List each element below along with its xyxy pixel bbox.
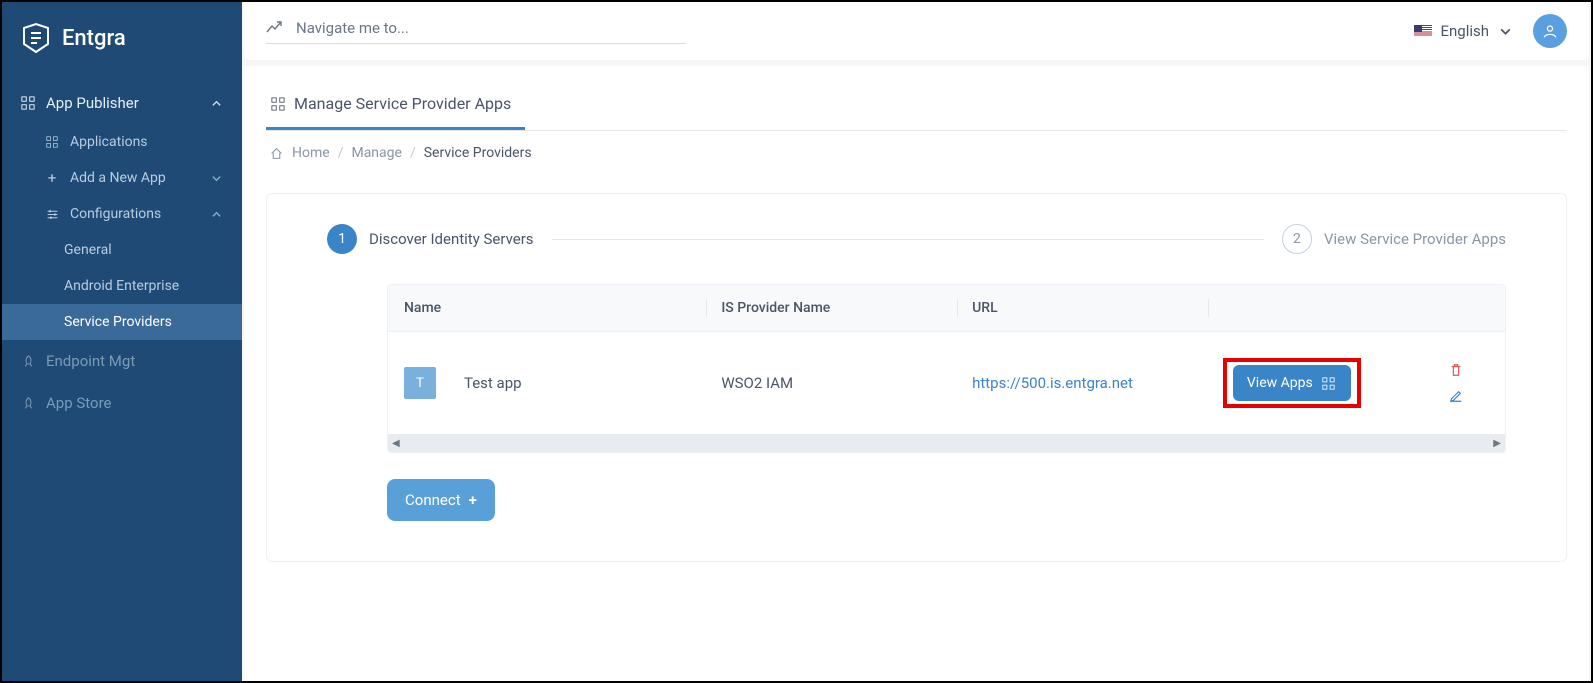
cell-url-link[interactable]: https://500.is.entgra.net	[972, 374, 1133, 392]
chevron-down-icon	[208, 170, 224, 186]
navigate-search[interactable]: Navigate me to...	[266, 19, 686, 44]
nav-sub-android-enterprise[interactable]: Android Enterprise	[2, 268, 242, 304]
col-divider	[957, 299, 958, 317]
chevron-down-icon	[1497, 23, 1513, 39]
user-avatar[interactable]	[1533, 14, 1567, 48]
chevron-up-icon	[208, 206, 224, 222]
breadcrumb-current: Service Providers	[424, 145, 532, 161]
language-label: English	[1440, 22, 1489, 40]
step-label: Discover Identity Servers	[369, 230, 534, 248]
nav-label: Configurations	[70, 206, 161, 222]
nav-label: App Store	[46, 394, 111, 412]
navigate-placeholder: Navigate me to...	[296, 19, 409, 37]
step-2[interactable]: 2 View Service Provider Apps	[1282, 224, 1506, 254]
flag-us-icon	[1414, 25, 1432, 37]
servers-table: Name IS Provider Name URL T Test app WSO	[387, 284, 1506, 453]
cell-name: Test app	[464, 374, 522, 392]
nav-label: Applications	[70, 134, 148, 150]
tab-row: Manage Service Provider Apps	[266, 84, 1567, 131]
nav-label: App Publisher	[46, 94, 139, 112]
brand-name: Entgra	[62, 26, 126, 51]
scroll-left-icon[interactable]: ◀	[390, 438, 402, 449]
edit-icon[interactable]	[1448, 388, 1464, 404]
breadcrumb-home[interactable]: Home	[292, 145, 330, 161]
nav-item-applications[interactable]: Applications	[2, 124, 242, 160]
td-provider: WSO2 IAM	[721, 374, 943, 392]
td-name: T Test app	[404, 367, 692, 399]
th-provider: IS Provider Name	[721, 299, 943, 317]
nav-sub-general[interactable]: General	[2, 232, 242, 268]
content: Manage Service Provider Apps Home / Mana…	[244, 66, 1589, 681]
th-rowactions	[1422, 299, 1489, 317]
nav-label: Endpoint Mgt	[46, 352, 135, 370]
grid-icon	[1321, 375, 1337, 391]
td-url: https://500.is.entgra.net	[972, 374, 1194, 392]
plus-icon: +	[469, 491, 477, 509]
breadcrumb-separator: /	[338, 145, 344, 161]
connect-button[interactable]: Connect +	[387, 479, 495, 521]
col-divider	[1208, 299, 1209, 317]
app-badge: T	[404, 367, 436, 399]
nav-label: Android Enterprise	[64, 278, 179, 294]
language-switcher[interactable]: English	[1414, 22, 1513, 40]
td-actions: View Apps	[1223, 358, 1423, 408]
nav: App Publisher Applications + Add a New A…	[2, 74, 242, 424]
sliders-icon	[44, 206, 60, 222]
topbar: Navigate me to... English	[244, 2, 1589, 60]
highlight-box: View Apps	[1223, 358, 1361, 408]
nav-item-configurations[interactable]: Configurations	[2, 196, 242, 232]
horizontal-scrollbar[interactable]: ◀ ▶	[388, 434, 1505, 452]
view-apps-button[interactable]: View Apps	[1233, 365, 1351, 401]
trend-icon	[266, 20, 282, 36]
breadcrumb-separator: /	[410, 145, 416, 161]
delete-icon[interactable]	[1448, 362, 1464, 378]
nav-section-app-store[interactable]: App Store	[2, 382, 242, 424]
user-icon	[1542, 23, 1558, 39]
brand-icon	[20, 22, 52, 54]
view-apps-label: View Apps	[1247, 375, 1313, 391]
step-1[interactable]: 1 Discover Identity Servers	[327, 224, 534, 254]
plus-icon: +	[44, 170, 60, 186]
nav-label: Service Providers	[64, 314, 172, 330]
rocket-icon	[20, 353, 36, 369]
table-header: Name IS Provider Name URL	[388, 285, 1505, 332]
td-rowactions	[1422, 362, 1489, 404]
nav-section-app-publisher[interactable]: App Publisher	[2, 82, 242, 124]
nav-sub-service-providers[interactable]: Service Providers	[2, 304, 242, 340]
tab-label: Manage Service Provider Apps	[294, 94, 511, 113]
tab-manage-sp-apps[interactable]: Manage Service Provider Apps	[266, 84, 525, 130]
home-icon	[268, 145, 284, 161]
grid-icon	[20, 95, 36, 111]
nav-item-add-new-app[interactable]: + Add a New App	[2, 160, 242, 196]
wizard-steps: 1 Discover Identity Servers 2 View Servi…	[327, 224, 1506, 254]
breadcrumb: Home / Manage / Service Providers	[266, 131, 1567, 175]
step-number: 1	[327, 224, 357, 254]
cell-provider: WSO2 IAM	[721, 374, 793, 392]
nav-label: General	[64, 242, 112, 258]
breadcrumb-manage[interactable]: Manage	[351, 145, 401, 161]
step-divider	[552, 239, 1264, 240]
table-row: T Test app WSO2 IAM https://500.is.entgr…	[388, 332, 1505, 434]
connect-label: Connect	[405, 491, 461, 509]
th-name: Name	[404, 299, 692, 317]
scroll-right-icon[interactable]: ▶	[1491, 438, 1503, 449]
step-label: View Service Provider Apps	[1324, 230, 1506, 248]
step-number: 2	[1282, 224, 1312, 254]
grid-icon	[270, 96, 286, 112]
nav-section-endpoint-mgt[interactable]: Endpoint Mgt	[2, 340, 242, 382]
nav-label: Add a New App	[70, 170, 166, 186]
grid-icon	[44, 134, 60, 150]
th-actions	[1223, 299, 1423, 317]
th-url: URL	[972, 299, 1194, 317]
brand-logo: Entgra	[2, 2, 242, 74]
sidebar: Entgra App Publisher Applications + Add …	[2, 2, 242, 681]
main: Navigate me to... English Manage Service…	[242, 2, 1591, 681]
rocket-icon	[20, 395, 36, 411]
col-divider	[706, 299, 707, 317]
wizard-card: 1 Discover Identity Servers 2 View Servi…	[266, 193, 1567, 562]
chevron-up-icon	[208, 95, 224, 111]
topbar-right: English	[1414, 14, 1567, 48]
